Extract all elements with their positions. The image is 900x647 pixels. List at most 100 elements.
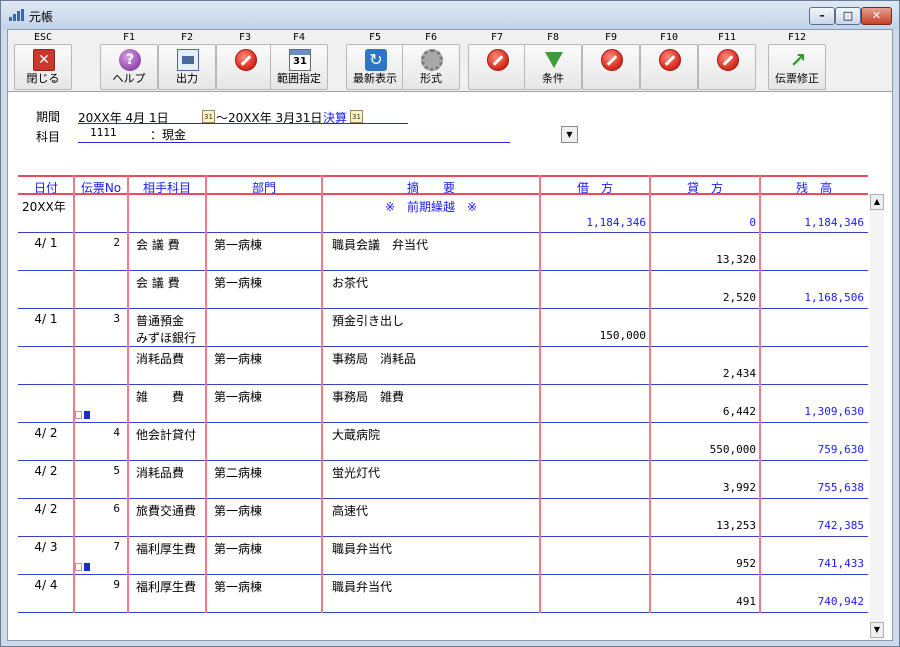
date-cell: 4/ 2 — [34, 426, 58, 440]
account-cell: 福利厚生費 — [136, 580, 197, 594]
table-row[interactable]: 4/ 4 9 福利厚生費 第一病棟 職員弁当代 491 740,942 — [18, 575, 868, 613]
function-toolbar: ESC ✕ 閉じる F1? ヘルプ F2 出力 F3 F4 31 範囲指定 F5 ↻ 最新表示 F6 形式 F7… — [8, 30, 892, 92]
chevron-down-icon[interactable]: ▼ — [561, 126, 578, 143]
column-header: 残 高 — [795, 181, 832, 195]
toolbar-button-f1[interactable]: ? ヘルプ — [100, 44, 158, 90]
dept-cell: 第一病棟 — [214, 504, 263, 518]
description-cell: 預金引き出し — [332, 314, 405, 328]
toolbar-button-f4[interactable]: 31 範囲指定 — [270, 44, 328, 90]
balance-cell: 759,630 — [817, 443, 864, 456]
table-row[interactable]: 消耗品費 第一病棟 事務局 消耗品 2,434 — [18, 347, 868, 385]
description-cell: 職員会議 弁当代 — [332, 238, 429, 252]
disabled-icon — [235, 49, 257, 71]
table-row[interactable]: 4/ 2 5 消耗品費 第二病棟 蛍光灯代 3,992 755,638 — [18, 461, 868, 499]
minimize-button[interactable]: – — [809, 7, 835, 25]
credit-cell: 952 — [736, 557, 756, 570]
balance-cell: 740,942 — [817, 595, 864, 608]
toolbar-button-label: 伝票修正 — [775, 72, 819, 85]
dept-cell: 第二病棟 — [214, 466, 263, 480]
date-cell: 4/ 3 — [34, 540, 58, 554]
disabled-icon — [601, 49, 623, 71]
description-cell: 職員弁当代 — [332, 542, 393, 556]
toolbar-button-label: 形式 — [420, 72, 442, 85]
window-title: 元帳 — [29, 10, 54, 24]
toolbar-button-label: 閉じる — [26, 72, 60, 85]
close-icon: ✕ — [33, 49, 55, 71]
dept-cell: 第一病棟 — [214, 276, 263, 290]
voucher-no-cell: 4 — [113, 426, 120, 439]
toolbar-button-esc[interactable]: ✕ 閉じる — [14, 44, 72, 90]
subject-select[interactable]: 1111 ：現金 ▼ — [78, 126, 578, 143]
balance-cell: 1,168,506 — [804, 291, 864, 304]
account-cell: 旅費交通費 — [136, 504, 197, 518]
description-cell: 事務局 雑費 — [332, 390, 405, 404]
date-cell: 4/ 4 — [34, 578, 58, 592]
toolbar-button-f11[interactable] — [698, 44, 756, 90]
disabled-icon — [659, 49, 681, 71]
voucher-no-cell: 9 — [113, 578, 120, 591]
table-row[interactable]: 20XX年 ※ 前期繰越 ※ 1,184,346 0 1,184,346 — [18, 195, 868, 233]
table-row[interactable]: 4/ 1 2 会 議 費 第一病棟 職員会議 弁当代 13,320 — [18, 233, 868, 271]
print-icon — [177, 49, 199, 71]
credit-cell: 2,520 — [722, 291, 756, 304]
attachment-marker-icon[interactable] — [75, 563, 91, 571]
table-row[interactable]: 4/ 1 3 普通預金 みずほ銀行 預金引き出し 150,000 — [18, 309, 868, 347]
toolbar-button-f10[interactable] — [640, 44, 698, 90]
debit-cell: 150,000 — [599, 329, 646, 342]
attachment-marker-icon[interactable] — [75, 411, 91, 419]
table-row[interactable]: 雑 費 第一病棟 事務局 雑費 6,442 1,309,630 — [18, 385, 868, 423]
calendar-to-icon[interactable]: 31 — [350, 110, 363, 123]
column-header: 相手科目 — [142, 181, 191, 195]
period-label: 期間 — [36, 110, 61, 124]
account-cell: 消耗品費 — [136, 466, 185, 480]
subject-name: ：現金 — [150, 128, 187, 142]
maximize-button[interactable]: □ — [835, 7, 861, 25]
toolbar-button-f2[interactable]: 出力 — [158, 44, 216, 90]
toolbar-button-f7[interactable] — [468, 44, 526, 90]
column-divider — [321, 175, 323, 613]
table-row[interactable]: 4/ 2 4 他会計貸付 大蔵病院 550,000 759,630 — [18, 423, 868, 461]
ledger-window: 元帳 – □ ✕ ESC ✕ 閉じる F1? ヘルプ F2 出力 F3 F4 31 範囲指定 F5 ↻ 最… — [0, 0, 900, 647]
description-cell: 蛍光灯代 — [332, 466, 381, 480]
account-cell: 会 議 費 — [136, 238, 180, 252]
vertical-scrollbar[interactable]: ▲ ▼ — [870, 194, 884, 640]
close-window-button[interactable]: ✕ — [861, 7, 892, 25]
close-icon: ✕ — [871, 9, 882, 22]
dept-cell: 第一病棟 — [214, 542, 263, 556]
column-divider — [127, 175, 129, 613]
table-row[interactable]: 会 議 費 第一病棟 お茶代 2,520 1,168,506 — [18, 271, 868, 309]
toolbar-button-f8[interactable]: 条件 — [524, 44, 582, 90]
dept-cell: 第一病棟 — [214, 238, 263, 252]
toolbar-button-f5[interactable]: ↻ 最新表示 — [346, 44, 404, 90]
table-header: 日付 伝票No 相手科目 部門 摘 要 借 方 貸 方 残 高 — [18, 175, 868, 195]
date-cell: 4/ 1 — [34, 312, 58, 326]
toolbar-button-label: ヘルプ — [112, 72, 146, 85]
table-row[interactable]: 4/ 2 6 旅費交通費 第一病棟 高速代 13,253 742,385 — [18, 499, 868, 537]
table-row[interactable]: 4/ 3 7 福利厚生費 第一病棟 職員弁当代 952 741,433 — [18, 537, 868, 575]
toolbar-button-f9[interactable] — [582, 44, 640, 90]
fkey-label: F7 — [490, 32, 504, 43]
scroll-up-icon[interactable]: ▲ — [870, 194, 884, 210]
toolbar-button-f12[interactable]: ↗ 伝票修正 — [768, 44, 826, 90]
column-divider — [759, 175, 761, 613]
voucher-no-cell: 2 — [113, 236, 120, 249]
credit-cell: 13,253 — [716, 519, 756, 532]
credit-cell: 491 — [736, 595, 756, 608]
filter-icon — [543, 49, 565, 71]
column-header: 伝票No — [80, 181, 122, 195]
scroll-down-icon[interactable]: ▼ — [870, 622, 884, 638]
dept-cell: 第一病棟 — [214, 352, 263, 366]
disabled-icon — [487, 49, 509, 71]
arrow-icon: ↗ — [789, 48, 807, 72]
client-area: ESC ✕ 閉じる F1? ヘルプ F2 出力 F3 F4 31 範囲指定 F5 ↻ 最新表示 F6 形式 F7… — [7, 29, 893, 641]
credit-cell: 13,320 — [716, 253, 756, 266]
description-cell: 職員弁当代 — [332, 580, 393, 594]
description-cell: ※ 前期繰越 ※ — [384, 200, 478, 214]
calendar-from-icon[interactable]: 31 — [202, 110, 215, 123]
credit-cell: 3,992 — [722, 481, 756, 494]
toolbar-button-f6[interactable]: 形式 — [402, 44, 460, 90]
toolbar-button-f3[interactable] — [216, 44, 274, 90]
disabled-icon — [717, 49, 739, 71]
refresh-icon: ↻ — [365, 49, 387, 71]
help-icon: ? — [119, 49, 141, 71]
